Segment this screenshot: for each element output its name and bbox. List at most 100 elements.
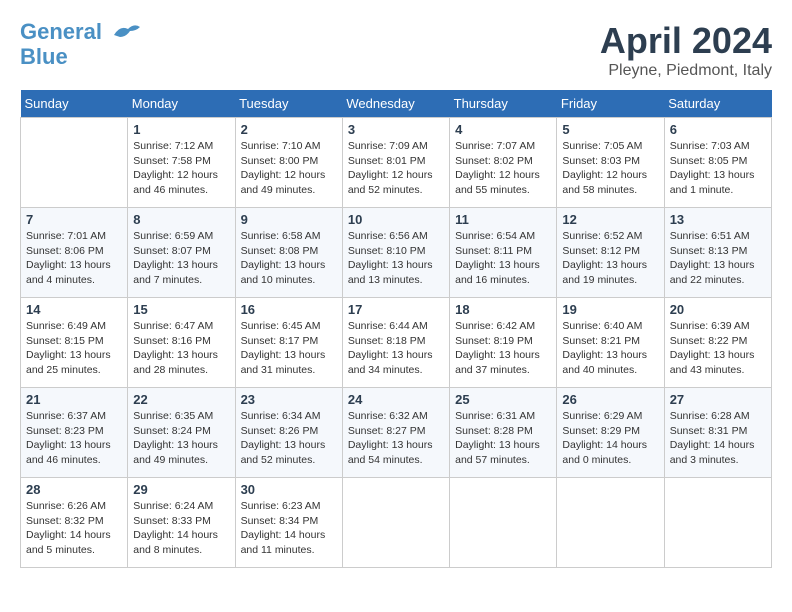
day-info: Sunrise: 6:35 AMSunset: 8:24 PMDaylight:… xyxy=(133,409,229,468)
calendar-cell: 4 Sunrise: 7:07 AMSunset: 8:02 PMDaylight… xyxy=(450,118,557,208)
calendar-cell: 24 Sunrise: 6:32 AMSunset: 8:27 PMDayligh… xyxy=(342,388,449,478)
day-number: 28 xyxy=(26,482,122,497)
calendar-cell: 5Sunrise: 7:05 AMSunset: 8:03 PMDaylight… xyxy=(557,118,664,208)
title-block: April 2024 Pleyne, Piedmont, Italy xyxy=(600,20,772,80)
day-info: Sunrise: 6:54 AMSunset: 8:11 PMDaylight:… xyxy=(455,229,551,288)
calendar-week-row: 1 Sunrise: 7:12 AMSunset: 7:58 PMDaylight… xyxy=(21,118,772,208)
col-header-thursday: Thursday xyxy=(450,90,557,118)
day-info: Sunrise: 6:42 AMSunset: 8:19 PMDaylight:… xyxy=(455,319,551,378)
logo-blue: Blue xyxy=(20,45,142,69)
day-info: Sunrise: 7:03 AMSunset: 8:05 PMDaylight:… xyxy=(670,139,766,198)
col-header-monday: Monday xyxy=(128,90,235,118)
day-number: 3 xyxy=(348,122,444,137)
calendar-cell: 20Sunrise: 6:39 AMSunset: 8:22 PMDayligh… xyxy=(664,298,771,388)
col-header-wednesday: Wednesday xyxy=(342,90,449,118)
day-number: 14 xyxy=(26,302,122,317)
day-info: Sunrise: 6:56 AMSunset: 8:10 PMDaylight:… xyxy=(348,229,444,288)
calendar-cell: 28 Sunrise: 6:26 AMSunset: 8:32 PMDayligh… xyxy=(21,478,128,568)
calendar-cell: 25Sunrise: 6:31 AMSunset: 8:28 PMDayligh… xyxy=(450,388,557,478)
calendar-table: SundayMondayTuesdayWednesdayThursdayFrid… xyxy=(20,90,772,568)
calendar-cell: 7Sunrise: 7:01 AMSunset: 8:06 PMDaylight… xyxy=(21,208,128,298)
day-info: Sunrise: 6:52 AMSunset: 8:12 PMDaylight:… xyxy=(562,229,658,288)
calendar-cell: 1 Sunrise: 7:12 AMSunset: 7:58 PMDaylight… xyxy=(128,118,235,208)
day-info: Sunrise: 6:58 AMSunset: 8:08 PMDaylight:… xyxy=(241,229,337,288)
day-number: 27 xyxy=(670,392,766,407)
day-number: 13 xyxy=(670,212,766,227)
day-info: Sunrise: 7:10 AMSunset: 8:00 PMDaylight:… xyxy=(241,139,337,198)
day-number: 17 xyxy=(348,302,444,317)
col-header-sunday: Sunday xyxy=(21,90,128,118)
col-header-friday: Friday xyxy=(557,90,664,118)
day-number: 4 xyxy=(455,122,551,137)
day-info: Sunrise: 6:51 AMSunset: 8:13 PMDaylight:… xyxy=(670,229,766,288)
calendar-cell xyxy=(342,478,449,568)
day-info: Sunrise: 6:24 AMSunset: 8:33 PMDaylight:… xyxy=(133,499,229,558)
calendar-cell: 27 Sunrise: 6:28 AMSunset: 8:31 PMDayligh… xyxy=(664,388,771,478)
calendar-cell xyxy=(557,478,664,568)
day-number: 16 xyxy=(241,302,337,317)
day-info: Sunrise: 6:45 AMSunset: 8:17 PMDaylight:… xyxy=(241,319,337,378)
calendar-cell: 6 Sunrise: 7:03 AMSunset: 8:05 PMDaylight… xyxy=(664,118,771,208)
day-number: 23 xyxy=(241,392,337,407)
day-info: Sunrise: 6:44 AMSunset: 8:18 PMDaylight:… xyxy=(348,319,444,378)
day-number: 29 xyxy=(133,482,229,497)
day-number: 26 xyxy=(562,392,658,407)
calendar-cell: 21 Sunrise: 6:37 AMSunset: 8:23 PMDayligh… xyxy=(21,388,128,478)
day-info: Sunrise: 6:49 AMSunset: 8:15 PMDaylight:… xyxy=(26,319,122,378)
page-header: General Blue April 2024 Pleyne, Piedmont… xyxy=(20,20,772,80)
day-info: Sunrise: 7:07 AMSunset: 8:02 PMDaylight:… xyxy=(455,139,551,198)
calendar-week-row: 28 Sunrise: 6:26 AMSunset: 8:32 PMDayligh… xyxy=(21,478,772,568)
calendar-header-row: SundayMondayTuesdayWednesdayThursdayFrid… xyxy=(21,90,772,118)
calendar-cell: 19 Sunrise: 6:40 AMSunset: 8:21 PMDayligh… xyxy=(557,298,664,388)
day-number: 12 xyxy=(562,212,658,227)
logo-text: General xyxy=(20,20,142,45)
calendar-cell: 22 Sunrise: 6:35 AMSunset: 8:24 PMDayligh… xyxy=(128,388,235,478)
calendar-week-row: 21 Sunrise: 6:37 AMSunset: 8:23 PMDayligh… xyxy=(21,388,772,478)
day-number: 10 xyxy=(348,212,444,227)
calendar-cell: 12 Sunrise: 6:52 AMSunset: 8:12 PMDayligh… xyxy=(557,208,664,298)
day-info: Sunrise: 7:09 AMSunset: 8:01 PMDaylight:… xyxy=(348,139,444,198)
calendar-cell: 9 Sunrise: 6:58 AMSunset: 8:08 PMDaylight… xyxy=(235,208,342,298)
day-number: 24 xyxy=(348,392,444,407)
day-info: Sunrise: 6:37 AMSunset: 8:23 PMDaylight:… xyxy=(26,409,122,468)
day-info: Sunrise: 6:34 AMSunset: 8:26 PMDaylight:… xyxy=(241,409,337,468)
logo-bird-icon xyxy=(112,21,142,45)
day-info: Sunrise: 6:29 AMSunset: 8:29 PMDaylight:… xyxy=(562,409,658,468)
day-info: Sunrise: 6:40 AMSunset: 8:21 PMDaylight:… xyxy=(562,319,658,378)
calendar-cell: 11Sunrise: 6:54 AMSunset: 8:11 PMDayligh… xyxy=(450,208,557,298)
col-header-saturday: Saturday xyxy=(664,90,771,118)
calendar-cell: 2 Sunrise: 7:10 AMSunset: 8:00 PMDaylight… xyxy=(235,118,342,208)
calendar-cell: 29 Sunrise: 6:24 AMSunset: 8:33 PMDayligh… xyxy=(128,478,235,568)
day-number: 22 xyxy=(133,392,229,407)
day-number: 1 xyxy=(133,122,229,137)
day-info: Sunrise: 6:39 AMSunset: 8:22 PMDaylight:… xyxy=(670,319,766,378)
day-info: Sunrise: 6:26 AMSunset: 8:32 PMDaylight:… xyxy=(26,499,122,558)
day-info: Sunrise: 6:23 AMSunset: 8:34 PMDaylight:… xyxy=(241,499,337,558)
day-number: 15 xyxy=(133,302,229,317)
day-number: 2 xyxy=(241,122,337,137)
day-info: Sunrise: 7:12 AMSunset: 7:58 PMDaylight:… xyxy=(133,139,229,198)
day-info: Sunrise: 6:47 AMSunset: 8:16 PMDaylight:… xyxy=(133,319,229,378)
location-subtitle: Pleyne, Piedmont, Italy xyxy=(600,62,772,80)
calendar-cell: 14 Sunrise: 6:49 AMSunset: 8:15 PMDayligh… xyxy=(21,298,128,388)
calendar-cell: 8 Sunrise: 6:59 AMSunset: 8:07 PMDaylight… xyxy=(128,208,235,298)
day-info: Sunrise: 6:32 AMSunset: 8:27 PMDaylight:… xyxy=(348,409,444,468)
day-number: 6 xyxy=(670,122,766,137)
col-header-tuesday: Tuesday xyxy=(235,90,342,118)
day-number: 19 xyxy=(562,302,658,317)
day-number: 21 xyxy=(26,392,122,407)
calendar-cell xyxy=(664,478,771,568)
calendar-cell: 15 Sunrise: 6:47 AMSunset: 8:16 PMDayligh… xyxy=(128,298,235,388)
calendar-cell: 13 Sunrise: 6:51 AMSunset: 8:13 PMDayligh… xyxy=(664,208,771,298)
day-number: 30 xyxy=(241,482,337,497)
day-number: 9 xyxy=(241,212,337,227)
calendar-cell: 3 Sunrise: 7:09 AMSunset: 8:01 PMDaylight… xyxy=(342,118,449,208)
day-info: Sunrise: 6:59 AMSunset: 8:07 PMDaylight:… xyxy=(133,229,229,288)
calendar-cell: 30 Sunrise: 6:23 AMSunset: 8:34 PMDayligh… xyxy=(235,478,342,568)
day-info: Sunrise: 7:05 AMSunset: 8:03 PMDaylight:… xyxy=(562,139,658,198)
calendar-week-row: 14 Sunrise: 6:49 AMSunset: 8:15 PMDayligh… xyxy=(21,298,772,388)
day-info: Sunrise: 6:28 AMSunset: 8:31 PMDaylight:… xyxy=(670,409,766,468)
calendar-cell: 18Sunrise: 6:42 AMSunset: 8:19 PMDayligh… xyxy=(450,298,557,388)
day-number: 8 xyxy=(133,212,229,227)
calendar-cell xyxy=(450,478,557,568)
